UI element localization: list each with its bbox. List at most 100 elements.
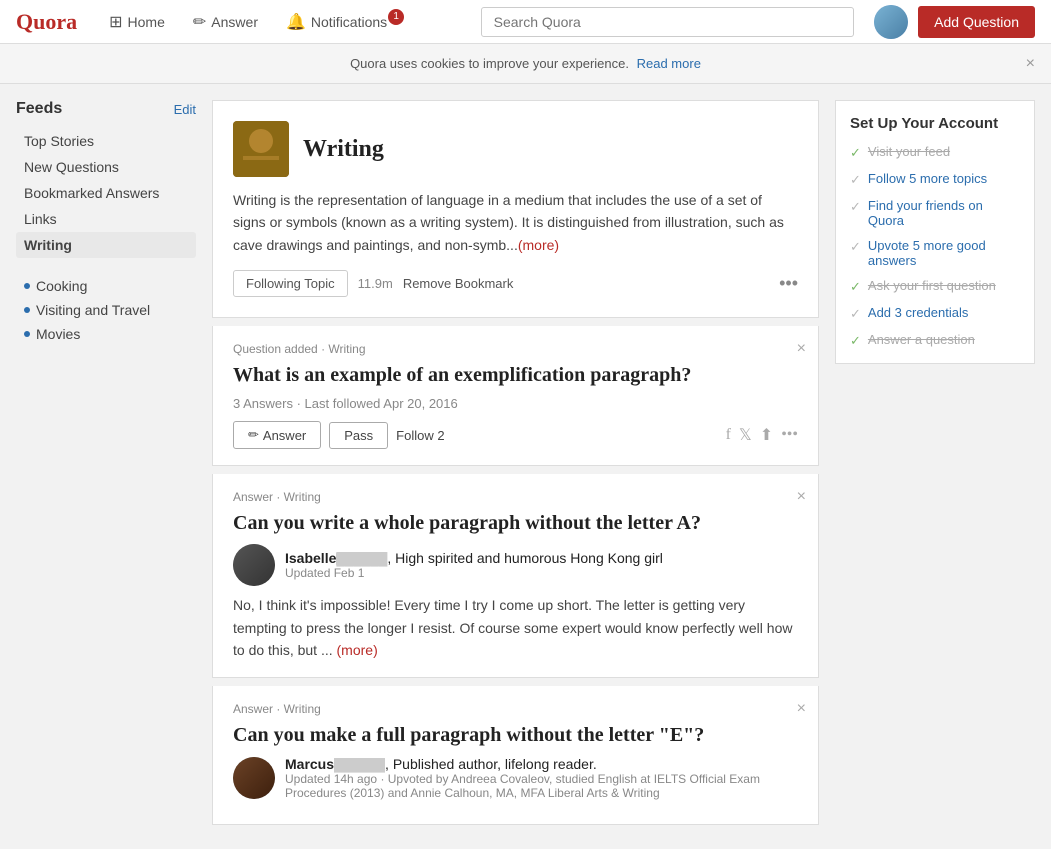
answer2-meta: Answer · Writing [233,702,798,716]
sidebar-topic-cooking[interactable]: Cooking [16,274,196,298]
nav-answer[interactable]: ✏ Answer [181,0,270,44]
answer2-close-button[interactable]: × [797,700,806,718]
sidebar-item-links[interactable]: Links [16,206,196,232]
question-stats: 3 Answers · Last followed Apr 20, 2016 [233,396,798,411]
sidebar-item-top-stories[interactable]: Top Stories [16,128,196,154]
answer1-avatar [233,544,275,586]
sidebar-topic-movies-label: Movies [36,326,80,342]
question-buttons: ✏ Answer Pass Follow 2 f 𝕏 ⬆ ••• [233,421,798,449]
answer1-date: Updated Feb 1 [285,566,798,580]
share-icon[interactable]: ⬆ [760,425,773,445]
bell-icon: 🔔 [286,12,306,32]
topic-title: Writing [303,136,384,163]
setup-link-6[interactable]: Answer a question [868,332,975,347]
setup-check-2: ✓ [850,199,861,215]
read-more-link[interactable]: Read more [637,56,701,71]
setup-check-5: ✓ [850,306,861,322]
answer2-avatar-image [233,757,275,799]
nav-notifications[interactable]: 🔔 Notifications 1 [274,0,416,44]
question-title: What is an example of an exemplification… [233,362,798,388]
answer1-author-row: Isabelle██████, High spirited and humoro… [233,544,798,586]
setup-item-3: ✓ Upvote 5 more good answers [850,238,1020,268]
answer2-avatar [233,757,275,799]
topic-more-dots[interactable]: ••• [779,273,798,294]
avatar[interactable] [874,5,908,39]
setup-link-3[interactable]: Upvote 5 more good answers [868,238,1020,268]
topic-card-writing: Writing Writing is the representation of… [212,100,819,318]
answer1-meta-block: Isabelle██████, High spirited and humoro… [285,550,798,580]
topic-more-link[interactable]: (more) [518,237,559,253]
answer1-avatar-image [233,544,275,586]
setup-link-1[interactable]: Follow 5 more topics [868,171,987,186]
sidebar-topics-list: Cooking Visiting and Travel Movies [16,274,196,346]
setup-link-0[interactable]: Visit your feed [868,144,950,159]
answer2-author-row: Marcus██████, Published author, lifelong… [233,756,798,800]
navbar: Quora ⊞ Home ✏ Answer 🔔 Notifications 1 … [0,0,1051,44]
pencil-icon: ✏ [193,12,206,32]
setup-check-3: ✓ [850,239,861,255]
facebook-icon[interactable]: f [726,426,731,444]
answer2-author: Marcus██████, Published author, lifelong… [285,756,798,772]
setup-check-0: ✓ [850,145,861,161]
twitter-icon[interactable]: 𝕏 [739,425,752,445]
pass-button[interactable]: Pass [329,422,388,449]
setup-card: Set Up Your Account ✓ Visit your feed ✓ … [835,100,1035,364]
topic-description: Writing is the representation of languag… [233,189,798,256]
following-topic-button[interactable]: Following Topic [233,270,348,297]
sidebar-edit-link[interactable]: Edit [174,102,196,117]
search-container [481,7,855,37]
topic-thumbnail [233,121,289,177]
search-input[interactable] [481,7,855,37]
home-icon: ⊞ [109,12,122,32]
setup-link-2[interactable]: Find your friends on Quora [868,198,1020,228]
sidebar-item-writing[interactable]: Writing [16,232,196,258]
setup-item-6: ✓ Answer a question [850,332,1020,349]
author2-redacted: ██████ [334,758,385,772]
setup-item-0: ✓ Visit your feed [850,144,1020,161]
topic-actions: Following Topic 11.9m Remove Bookmark ••… [233,270,798,297]
question-card: Question added · Writing × What is an ex… [212,326,819,466]
answer-card-1: Answer · Writing × Can you write a whole… [212,474,819,678]
follower-count: 11.9m [358,276,393,291]
remove-bookmark-button[interactable]: Remove Bookmark [403,276,514,291]
setup-item-1: ✓ Follow 5 more topics [850,171,1020,188]
nav-links: ⊞ Home ✏ Answer 🔔 Notifications 1 [97,0,471,44]
answer1-text: No, I think it's impossible! Every time … [233,594,798,661]
setup-link-4[interactable]: Ask your first question [868,278,996,293]
topic-dot-visiting [24,307,30,313]
nav-answer-label: Answer [211,14,258,30]
topic-header: Writing [233,121,798,177]
topic-dot-movies [24,331,30,337]
follow-button[interactable]: Follow 2 [396,428,444,443]
answer1-meta: Answer · Writing [233,490,798,504]
question-close-button[interactable]: × [797,340,806,358]
sidebar: Feeds Edit Top Stories New Questions Boo… [16,100,196,833]
sidebar-item-new-questions[interactable]: New Questions [16,154,196,180]
cookie-banner: Quora uses cookies to improve your exper… [0,44,1051,84]
cookie-message: Quora uses cookies to improve your exper… [350,56,629,71]
sidebar-topic-movies[interactable]: Movies [16,322,196,346]
avatar-image [874,5,908,39]
answer1-more-link[interactable]: (more) [337,642,378,658]
cookie-close-button[interactable]: × [1026,55,1035,73]
sidebar-header: Feeds Edit [16,100,196,118]
sidebar-item-bookmarked-answers[interactable]: Bookmarked Answers [16,180,196,206]
feed: Writing Writing is the representation of… [212,100,819,833]
sidebar-title: Feeds [16,100,62,118]
answer1-close-button[interactable]: × [797,488,806,506]
sidebar-topic-visiting[interactable]: Visiting and Travel [16,298,196,322]
setup-title: Set Up Your Account [850,115,1020,132]
notification-badge: 1 [388,9,404,25]
setup-link-5[interactable]: Add 3 credentials [868,305,968,320]
setup-item-5: ✓ Add 3 credentials [850,305,1020,322]
answer-card-2: Answer · Writing × Can you make a full p… [212,686,819,825]
quora-logo[interactable]: Quora [16,9,77,35]
add-question-button[interactable]: Add Question [918,6,1035,38]
setup-item-4: ✓ Ask your first question [850,278,1020,295]
nav-home[interactable]: ⊞ Home [97,0,177,44]
question-meta: Question added · Writing [233,342,798,356]
nav-notifications-label: Notifications [311,14,387,30]
right-panel: Set Up Your Account ✓ Visit your feed ✓ … [835,100,1035,833]
more-icon[interactable]: ••• [781,426,798,444]
answer-button[interactable]: ✏ Answer [233,421,321,449]
